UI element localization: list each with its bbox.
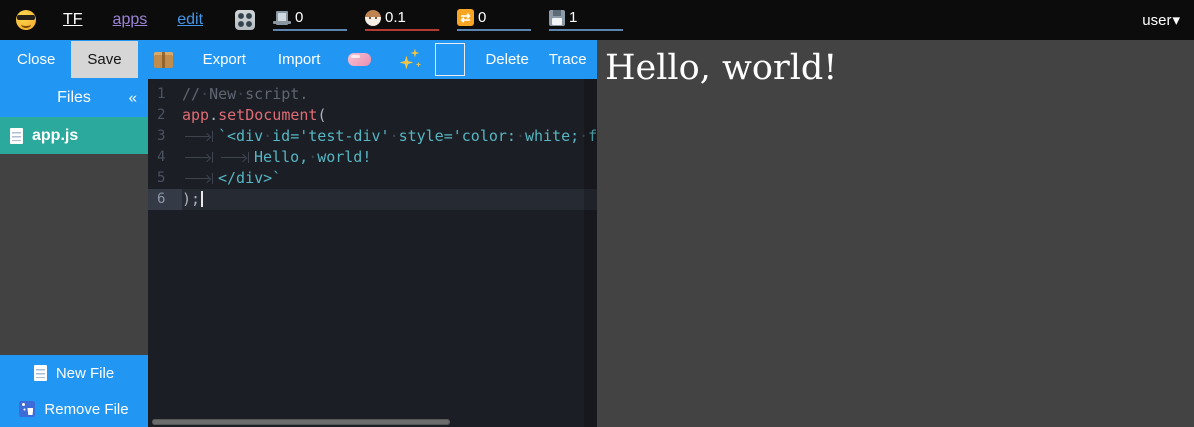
sparkles-button[interactable] (399, 49, 421, 71)
workspace: Files « app.js New File Remove File (0, 79, 597, 427)
code-text: Hello,·world! (182, 147, 597, 168)
code-line[interactable]: 2app.setDocument( (148, 105, 597, 126)
stat-laptop-field[interactable]: 0 (273, 9, 347, 31)
code-text: app.setDocument( (182, 105, 597, 126)
remove-file-label: Remove File (44, 401, 128, 418)
editor-lines: 1//·New·script.2app.setDocument(3`<div·i… (148, 84, 597, 210)
trace-button[interactable]: Trace (545, 51, 591, 68)
text-cursor (201, 191, 203, 207)
package-button[interactable] (154, 52, 173, 68)
floppy-disk-icon (549, 10, 565, 26)
export-button[interactable]: Export (199, 51, 250, 68)
line-number: 3 (148, 126, 182, 147)
line-number: 1 (148, 84, 182, 105)
import-button[interactable]: Import (274, 51, 325, 68)
document-icon (10, 128, 23, 144)
stat-floppy-value: 1 (569, 9, 577, 26)
close-button[interactable]: Close (13, 51, 59, 68)
user-menu[interactable]: user ▾ (1142, 11, 1180, 29)
new-file-icon (34, 365, 47, 381)
code-text: //·New·script. (182, 84, 597, 105)
horizontal-scrollbar-thumb[interactable] (152, 419, 450, 425)
package-icon (154, 52, 173, 68)
line-number: 5 (148, 168, 182, 189)
control-knobs-icon[interactable] (235, 10, 255, 30)
stat-hamster-field[interactable]: 0.1 (365, 9, 439, 31)
save-button[interactable]: Save (71, 41, 137, 78)
stat-repeat-value: 0 (478, 9, 486, 26)
apps-link[interactable]: apps (113, 11, 148, 29)
file-item-appjs[interactable]: app.js (0, 117, 148, 154)
files-header-label: Files (57, 89, 91, 107)
code-line[interactable]: 5</div>` (148, 168, 597, 189)
delete-button[interactable]: Delete (481, 51, 532, 68)
code-text: ); (182, 189, 597, 210)
file-item-label: app.js (32, 127, 78, 145)
vertical-scrollbar[interactable] (584, 79, 597, 427)
code-line[interactable]: 1//·New·script. (148, 84, 597, 105)
line-number: 2 (148, 105, 182, 126)
sunglasses-face-emoji-icon[interactable] (16, 10, 36, 30)
code-line[interactable]: 6); (148, 189, 597, 210)
files-sidebar: Files « app.js New File Remove File (0, 79, 148, 427)
stat-laptop-value: 0 (295, 9, 303, 26)
tab-arrow (218, 147, 254, 168)
brand-link[interactable]: TF (63, 11, 83, 29)
main-content: Close Save Export Import Delete Trace (0, 40, 1194, 427)
hamster-icon (365, 10, 381, 26)
editor-pane: Close Save Export Import Delete Trace (0, 40, 597, 427)
soap-icon (348, 53, 371, 66)
code-line[interactable]: 4Hello,·world! (148, 147, 597, 168)
code-line[interactable]: 3`<div·id='test-div'·style='color:·white… (148, 126, 597, 147)
preview-text: Hello, world! (605, 48, 1186, 88)
line-number: 6 (148, 189, 182, 210)
collapse-sidebar-button[interactable]: « (129, 90, 137, 107)
code-text: </div>` (182, 168, 597, 189)
litter-bin-icon (19, 401, 35, 417)
files-header: Files « (0, 79, 148, 117)
tab-arrow (182, 168, 218, 189)
sidebar-actions: New File Remove File (0, 355, 148, 427)
laptop-icon (273, 11, 291, 25)
blank-button[interactable] (435, 43, 465, 76)
stat-floppy-field[interactable]: 1 (549, 9, 623, 31)
stat-repeat-field[interactable]: 0 (457, 9, 531, 31)
tab-arrow (182, 147, 218, 168)
edit-link[interactable]: edit (177, 11, 203, 29)
soap-button[interactable] (348, 53, 371, 66)
chevron-down-icon: ▾ (1172, 11, 1180, 29)
repeat-icon (457, 9, 474, 26)
stat-hamster-value: 0.1 (385, 9, 406, 26)
preview-panel: Hello, world! (597, 40, 1194, 427)
topbar: TF apps edit 0 0.1 0 1 user ▾ (0, 0, 1194, 40)
line-number: 4 (148, 147, 182, 168)
code-editor[interactable]: 1//·New·script.2app.setDocument(3`<div·i… (148, 79, 597, 427)
new-file-button[interactable]: New File (0, 355, 148, 391)
sparkles-icon (399, 49, 421, 71)
editor-toolbar: Close Save Export Import Delete Trace (0, 40, 597, 79)
user-menu-label: user (1142, 12, 1171, 29)
new-file-label: New File (56, 365, 114, 382)
code-text: `<div·id='test-div'·style='color:·white;… (182, 126, 597, 147)
remove-file-button[interactable]: Remove File (0, 391, 148, 427)
tab-arrow (182, 126, 218, 147)
file-list-empty-area (0, 154, 148, 355)
